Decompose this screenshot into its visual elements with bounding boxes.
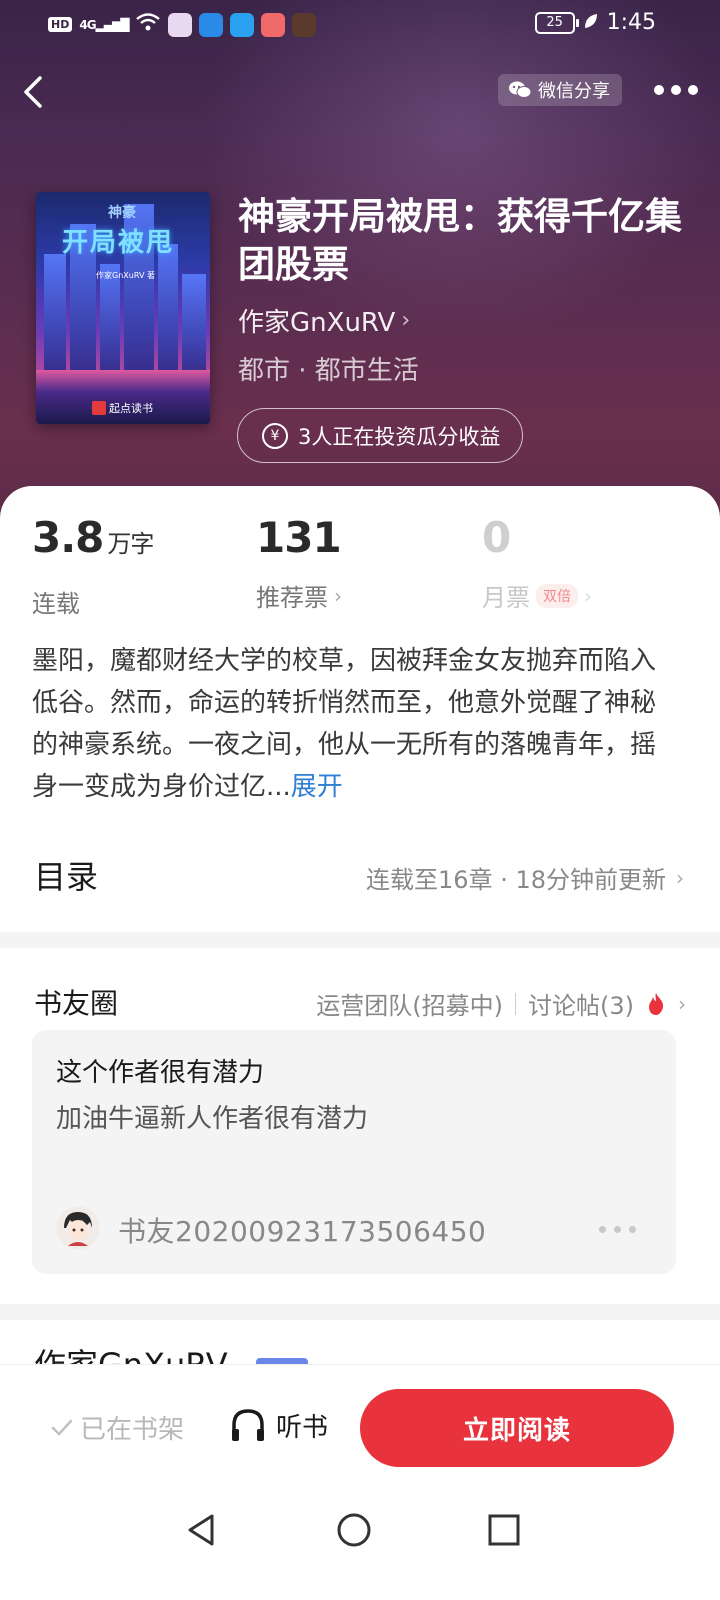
post-more-button[interactable] [599,1226,636,1233]
section-divider [0,1304,720,1320]
check-icon [51,1419,73,1436]
chevron-left-icon [24,76,42,108]
nav-back-icon[interactable] [182,1510,222,1550]
book-header: HD 4G▂▄▆█ 25 1:45 微信分享 神豪 开局被甩 作家GnXuRV … [0,0,720,540]
publisher-logo-icon [92,401,106,415]
back-button[interactable] [18,70,58,114]
monthly-ticket-stat[interactable]: 0 月票 双倍 › [482,512,592,613]
chevron-right-icon: › [584,583,592,608]
book-circle-links[interactable]: 运营团队(招募中) 讨论帖(3) › [316,986,686,1021]
book-title: 神豪开局被甩：获得千亿集团股票 [238,194,682,286]
book-genre: 都市 · 都市生活 [238,356,419,386]
dot-icon [629,1226,636,1233]
on-shelf-button[interactable]: 已在书架 [50,1409,184,1446]
listen-label: 听书 [276,1412,329,1443]
author-name: 作家GnXuRV [238,308,396,338]
discussion-threads-link[interactable]: 讨论帖(3) [528,986,634,1021]
monthly-ticket-label: 月票 [482,584,530,612]
serial-status: 连载 [32,590,80,618]
cover-title-small: 神豪 [108,205,136,221]
wifi-icon [135,12,161,37]
nav-home-icon[interactable] [334,1510,374,1550]
signal-icon: 4G▂▄▆█ [79,17,129,32]
author-section-title: 作家GnXuRV [34,1346,228,1366]
recommend-ticket-stat[interactable]: 131 推荐票 › [256,512,342,613]
share-label: 微信分享 [538,81,610,102]
hd-badge: HD [48,17,73,32]
toc-update-info[interactable]: 连载至16章 · 18分钟前更新 › [366,860,684,895]
dot-icon [614,1226,621,1233]
dot-icon [688,85,698,95]
cover-author: 作家GnXuRV 著 [96,271,155,280]
book-cover[interactable]: 神豪 开局被甩 作家GnXuRV 著 起点读书 [36,192,210,424]
read-now-button[interactable]: 立即阅读 [360,1389,674,1467]
expand-link[interactable]: 展开 [291,772,343,802]
word-count-unit: 万字 [107,530,154,558]
recommend-ticket-value: 131 [256,513,342,562]
status-bar: HD 4G▂▄▆█ 25 1:45 [0,0,720,48]
browser-notification-icon [199,12,224,37]
leaf-icon [583,12,599,34]
yen-icon: ¥ [262,422,288,449]
word-count-stat: 3.8 万字 连载 [32,512,154,619]
game-notification-icon [292,12,317,37]
word-count-value: 3.8 [32,513,104,562]
book-intro[interactable]: 墨阳，魔都财经大学的校草，因被拜金女友抛弃而陷入低谷。然而，命运的转折悄然而至，… [32,640,672,808]
chevron-right-icon: › [334,583,342,608]
headphones-icon [232,1409,264,1441]
monthly-ticket-value: 0 [482,513,511,562]
dot-icon [599,1226,606,1233]
nav-recents-icon[interactable] [484,1510,524,1550]
dot-icon [654,85,664,95]
shop-notification-icon [261,12,286,37]
clock: 1:45 [606,10,656,35]
toc-update-text: 连载至16章 · 18分钟前更新 [366,866,666,894]
post-username[interactable]: 书友20200923173506450 [118,1210,486,1250]
chevron-right-icon: › [401,308,411,333]
wechat-icon [509,81,532,98]
toc-title[interactable]: 目录 [34,852,98,898]
bottom-action-bar: 已在书架 听书 立即阅读 [0,1364,720,1488]
double-badge: 双倍 [536,583,578,608]
divider [515,992,516,1015]
ops-team-link[interactable]: 运营团队(招募中) [316,986,503,1021]
invest-label: 3人正在投资瓜分收益 [298,424,501,449]
intro-text: 墨阳，魔都财经大学的校草，因被拜金女友抛弃而陷入低谷。然而，命运的转折悄然而至，… [32,646,657,802]
battery-icon: 25 [534,11,579,34]
book-circle-title[interactable]: 书友圈 [34,982,118,1022]
section-divider [0,932,720,948]
post-body: 加油牛逼新人作者很有潜力 [56,1104,369,1134]
wechat-share-button[interactable]: 微信分享 [498,74,622,106]
flame-icon [649,992,664,1015]
chevron-right-icon: › [676,865,684,890]
read-now-label: 立即阅读 [462,1415,571,1446]
app-notification-icon [168,12,193,37]
avatar[interactable] [56,1206,100,1250]
invest-button[interactable]: ¥ 3人正在投资瓜分收益 [237,408,524,463]
cover-publisher: 起点读书 [92,400,153,416]
author-link[interactable]: 作家GnXuRV › [238,302,410,339]
more-options-button[interactable] [654,78,698,102]
on-shelf-label: 已在书架 [80,1415,185,1445]
chevron-right-icon: › [678,991,686,1016]
dot-icon [671,85,681,95]
listen-button[interactable]: 听书 [228,1405,328,1445]
circle-post-card[interactable]: 这个作者很有潜力 加油牛逼新人作者很有潜力 书友2020092317350645… [32,1030,676,1274]
weather-notification-icon [230,12,255,37]
post-title: 这个作者很有潜力 [56,1058,265,1088]
system-nav-bar [0,1488,720,1600]
cover-title: 开局被甩 [62,228,175,258]
recommend-ticket-label: 推荐票 [256,584,328,612]
